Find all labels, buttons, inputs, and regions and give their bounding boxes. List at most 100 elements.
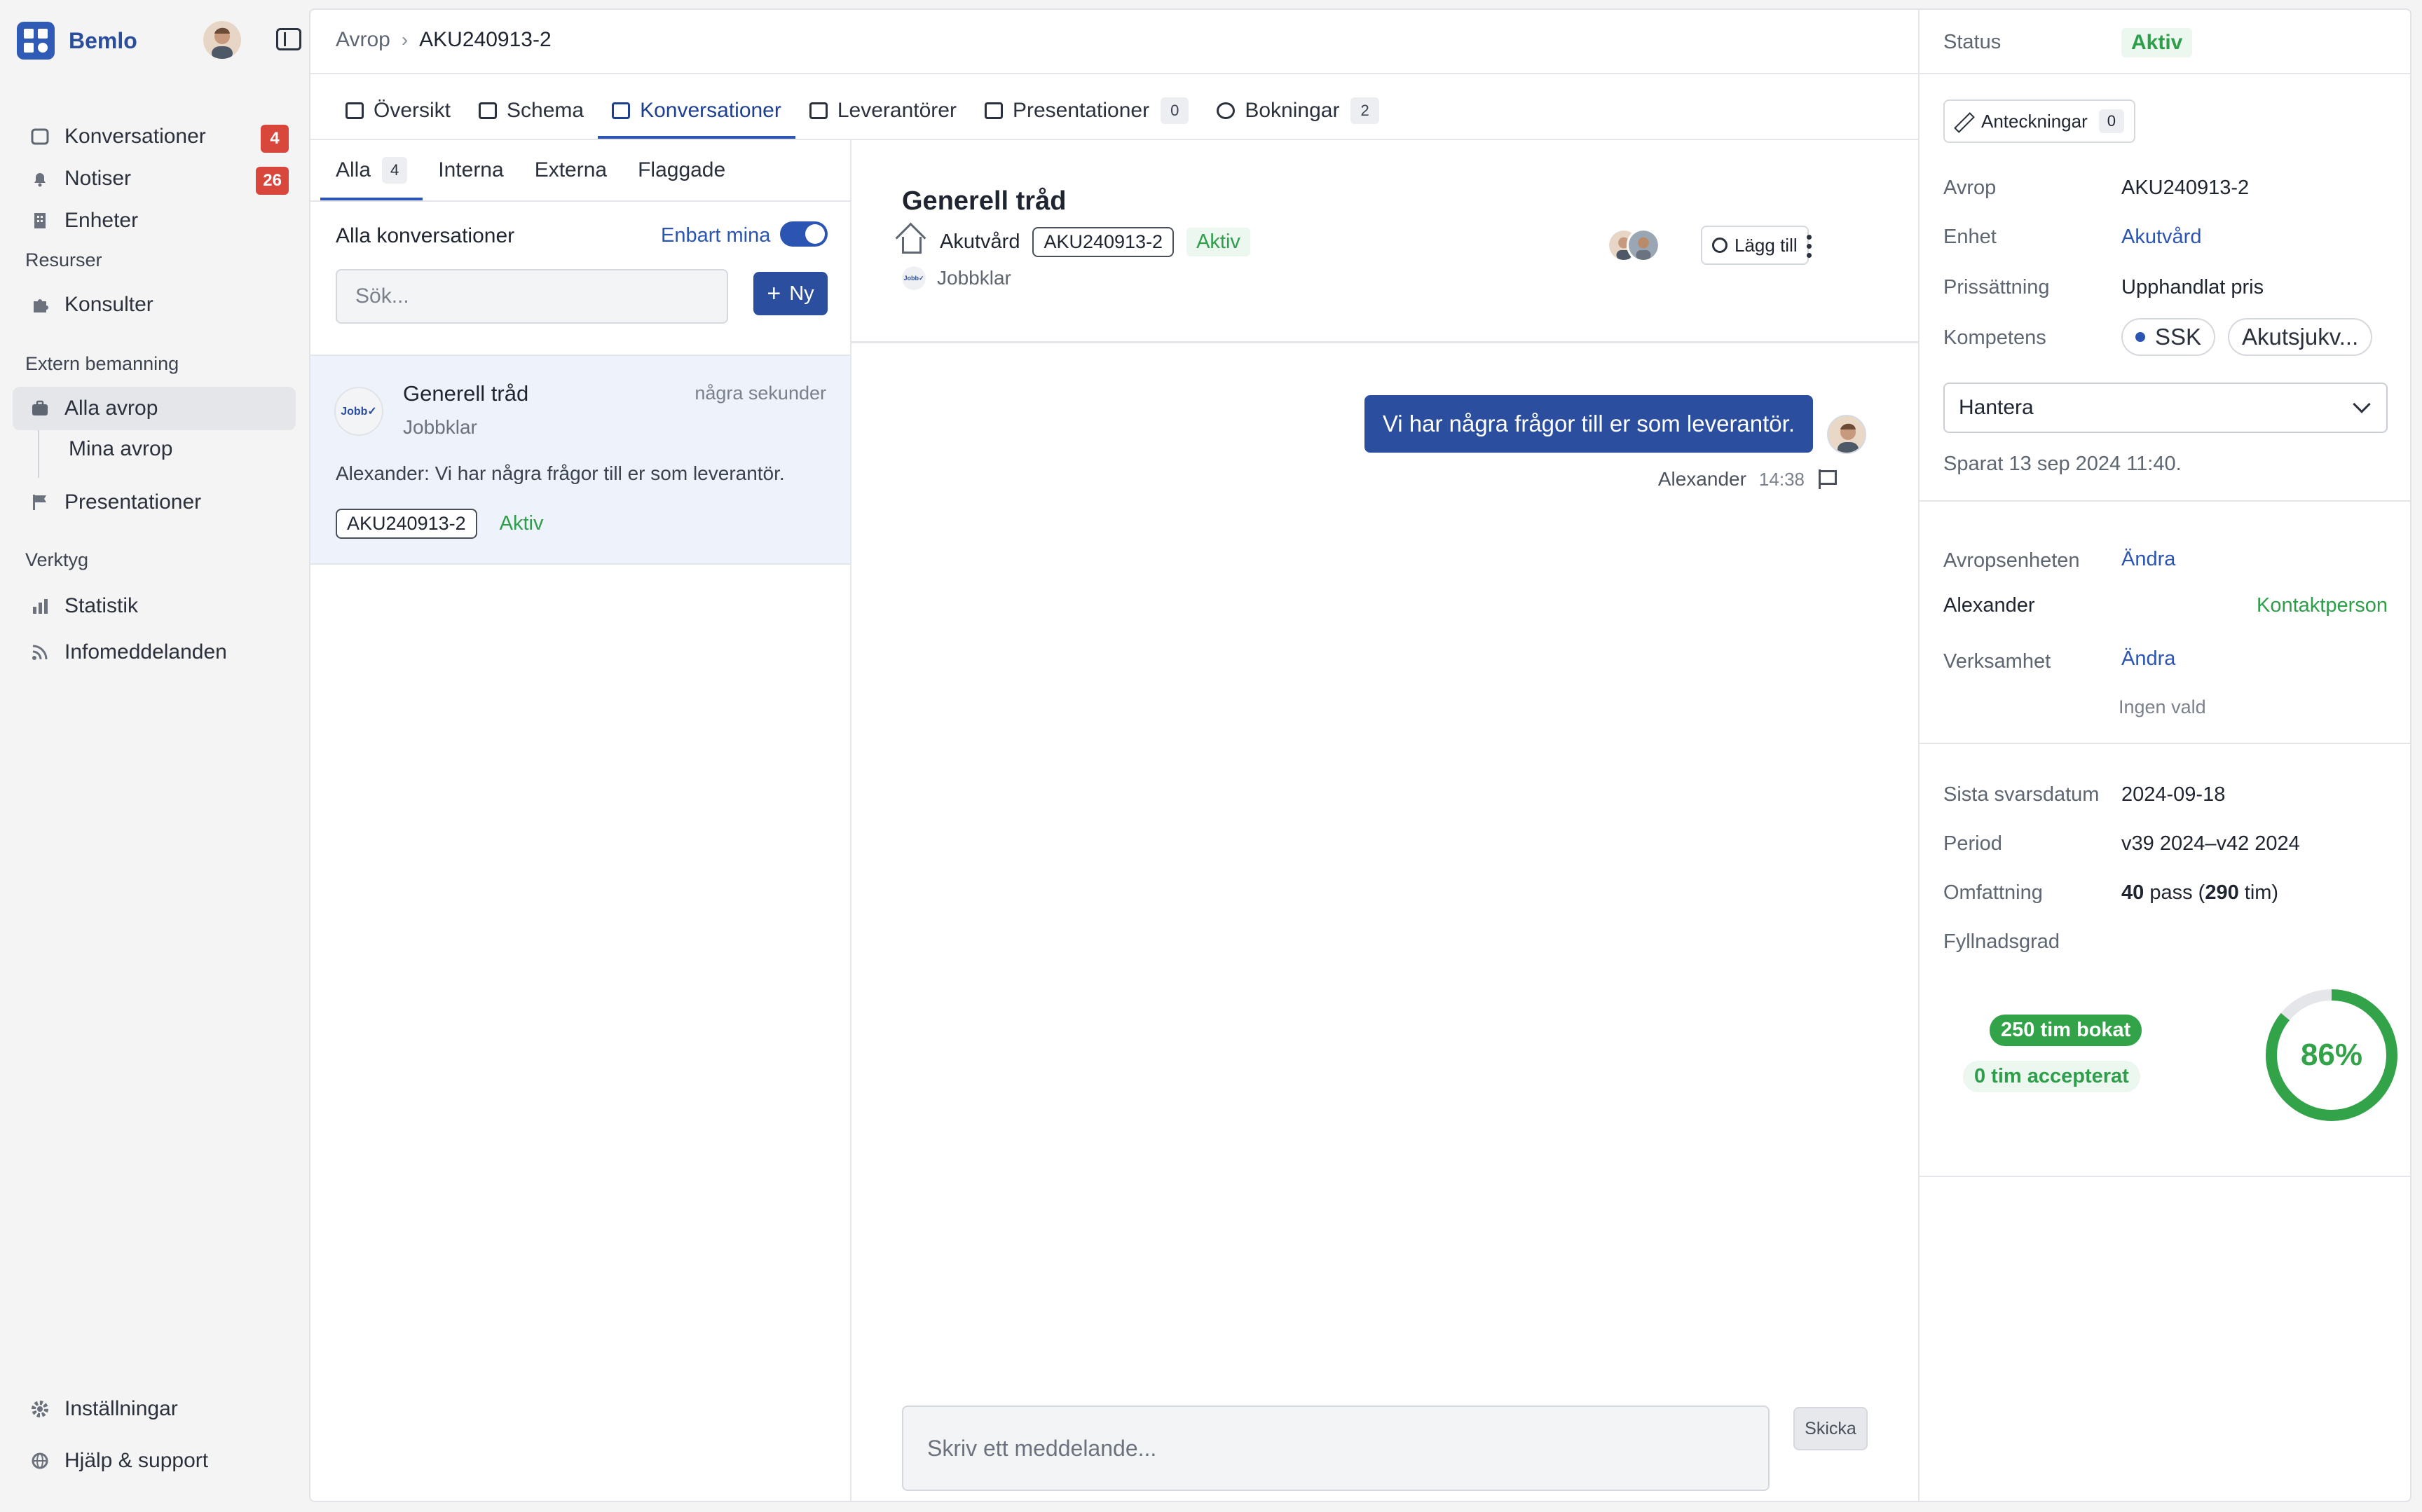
status-badge: Aktiv <box>1186 228 1250 256</box>
message-meta: Alexander 14:38 <box>1658 468 1837 490</box>
add-participant-button[interactable]: Lägg till <box>1701 226 1809 265</box>
change-business-link[interactable]: Ändra <box>2121 647 2175 671</box>
calendar-icon <box>479 102 498 119</box>
sidebar-item-label: Konsulter <box>64 293 153 316</box>
select-value: Hantera <box>1959 396 2034 419</box>
change-unit-link[interactable]: Ändra <box>2121 548 2175 571</box>
only-mine-toggle[interactable] <box>780 221 828 247</box>
contact-name: Alexander <box>1943 594 2035 617</box>
avatar <box>1627 228 1660 262</box>
sidebar: Bemlo Konversationer 4 Notiser 26 Enhete… <box>0 0 308 1512</box>
subtab-interna[interactable]: Interna <box>423 140 519 200</box>
field-label: Period <box>1943 832 2002 855</box>
sidebar-item-alla-avrop[interactable]: Alla avrop <box>13 387 296 430</box>
tab-schema[interactable]: Schema <box>465 83 598 139</box>
dot-icon <box>2135 332 2145 342</box>
org-logo: Jobb✓ <box>902 266 926 290</box>
user-plus-icon <box>1712 238 1727 253</box>
subtab-flaggade[interactable]: Flaggade <box>622 140 741 200</box>
tab-label: Leverantörer <box>837 99 957 122</box>
sidebar-item-infomeddelanden[interactable]: Infomeddelanden <box>13 631 296 674</box>
org-name: Jobbklar <box>937 267 1011 289</box>
subtab-alla[interactable]: Alla 4 <box>320 140 423 200</box>
divider <box>1920 73 2410 74</box>
tab-count: 2 <box>1350 97 1379 124</box>
sidebar-item-installningar[interactable]: Inställningar <box>13 1387 296 1431</box>
sidebar-item-notiser[interactable]: Notiser 26 <box>13 157 296 200</box>
sidebar-item-mina-avrop[interactable]: Mina avrop <box>69 437 172 461</box>
request-tag: AKU240913-2 <box>1032 227 1175 257</box>
brand[interactable]: Bemlo <box>17 20 301 62</box>
notes-button[interactable]: Anteckningar 0 <box>1943 99 2136 143</box>
org-avatar: Jobb✓ <box>334 387 383 436</box>
scope-hours-unit: tim) <box>2244 881 2279 904</box>
sidebar-item-statistik[interactable]: Statistik <box>13 584 296 628</box>
sidebar-item-konversationer[interactable]: Konversationer 4 <box>13 115 296 158</box>
submenu-line <box>38 430 39 478</box>
section-external: Extern bemanning <box>25 353 179 374</box>
unit-name: Akutvård <box>940 231 1020 253</box>
sidebar-item-enheter[interactable]: Enheter <box>13 199 296 242</box>
search-input[interactable] <box>336 269 728 324</box>
field-label: Fyllnadsgrad <box>1943 930 2060 953</box>
button-label: Ny <box>789 282 814 305</box>
puzzle-icon <box>34 299 48 312</box>
scope-pass: 40 <box>2121 881 2144 904</box>
subtab-count: 4 <box>382 157 408 184</box>
message-input[interactable] <box>902 1406 1770 1491</box>
app: Bemlo Konversationer 4 Notiser 26 Enhete… <box>0 0 2422 1512</box>
only-mine-label: Enbart mina <box>661 224 771 247</box>
tab-oversikt[interactable]: Översikt <box>331 83 465 139</box>
new-conversation-button[interactable]: + Ny <box>753 272 828 315</box>
divider <box>310 73 1918 74</box>
chat-org: Jobb✓ Jobbklar <box>902 266 1011 290</box>
tab-bokningar[interactable]: Bokningar 2 <box>1203 83 1393 139</box>
status-badge: Aktiv <box>2121 28 2193 57</box>
tab-label: Konversationer <box>640 99 781 122</box>
subtab-externa[interactable]: Externa <box>519 140 622 200</box>
unit-link[interactable]: Akutvård <box>2121 226 2201 249</box>
brand-name: Bemlo <box>69 27 137 53</box>
conversation-filter-tabs: Alla 4 Interna Externa Flaggade <box>310 140 850 200</box>
sidebar-item-konsulter[interactable]: Konsulter <box>13 283 296 327</box>
request-id: AKU240913-2 <box>2121 177 2250 199</box>
message-author: Alexander <box>1657 468 1746 490</box>
competence-chip: SSK <box>2121 318 2216 356</box>
conversation-time: några sekunder <box>695 383 826 404</box>
flag-icon[interactable] <box>1817 469 1837 489</box>
building-icon <box>34 213 46 228</box>
tab-leverantorer[interactable]: Leverantörer <box>795 83 971 139</box>
list-item[interactable]: Jobb✓ Generell tråd några sekunder Jobbk… <box>310 355 850 565</box>
section-tools: Verktyg <box>25 549 89 570</box>
participants[interactable] <box>1607 228 1663 265</box>
conversation-list: Alla 4 Interna Externa Flaggade Alla konv… <box>310 140 850 1501</box>
divider <box>1920 743 2410 744</box>
divider <box>1920 500 2410 502</box>
sidebar-item-label: Enheter <box>64 209 139 232</box>
tab-presentationer[interactable]: Presentationer 0 <box>971 83 1203 139</box>
pencil-icon <box>1955 113 1971 130</box>
handle-select[interactable]: Hantera <box>1943 383 2388 433</box>
send-button[interactable]: Skicka <box>1793 1407 1868 1450</box>
user-avatar[interactable] <box>203 21 241 59</box>
chevron-right-icon: › <box>401 29 409 50</box>
tab-bar: Översikt Schema Konversationer Leverantö… <box>331 83 1393 139</box>
status-badge: Aktiv <box>499 512 544 535</box>
button-label: Anteckningar <box>1981 110 2088 132</box>
list-heading: Alla konversationer <box>336 224 515 247</box>
more-options-icon[interactable] <box>1795 228 1823 263</box>
message-time: 14:38 <box>1758 468 1805 490</box>
flag-icon <box>984 102 1003 119</box>
sidebar-item-presentationer[interactable]: Presentationer <box>13 481 296 524</box>
sidebar-collapse-icon[interactable] <box>276 28 301 50</box>
bar-chart-icon <box>33 599 48 614</box>
chip-label: SSK <box>2155 324 2202 350</box>
breadcrumb-parent[interactable]: Avrop <box>336 28 390 52</box>
sidebar-item-hjalp[interactable]: Hjälp & support <box>13 1439 296 1483</box>
button-label: Lägg till <box>1735 234 1798 256</box>
chat-panel: Generell tråd Akutvård AKU240913-2 Aktiv… <box>851 140 1918 1501</box>
sidebar-item-label: Konversationer <box>64 125 206 148</box>
field-label: Sista svarsdatum <box>1943 783 2100 806</box>
scope-value: 40 pass (290 tim) <box>2121 881 2278 905</box>
tab-konversationer[interactable]: Konversationer <box>598 83 795 139</box>
